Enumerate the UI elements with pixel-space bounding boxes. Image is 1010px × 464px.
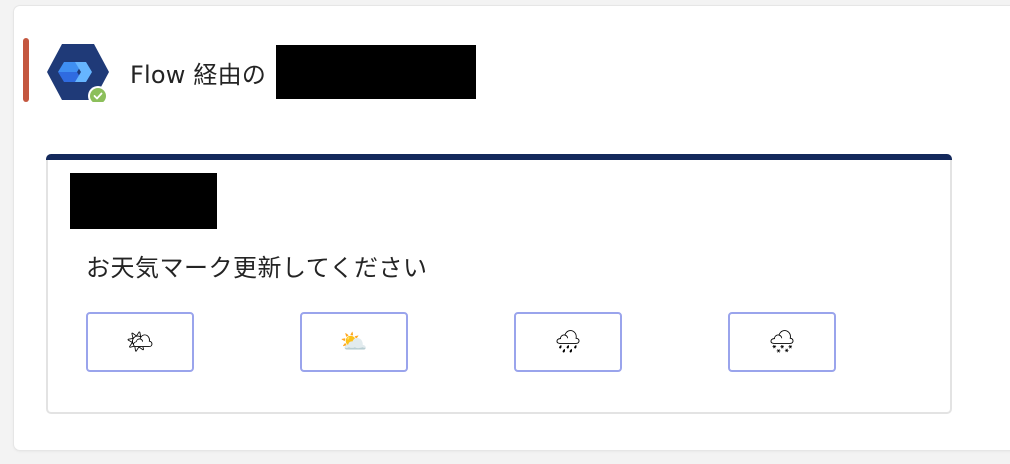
cloudy-button[interactable]: ⛅	[300, 312, 408, 372]
card-body-text: お天気マーク更新してください	[86, 254, 428, 282]
sun-behind-large-cloud-icon: ⛅	[340, 329, 368, 354]
sender-via-label: Flow 経由の	[130, 60, 267, 89]
redacted-card-title	[70, 173, 217, 229]
cloud-with-snow-icon: 🌨	[768, 329, 796, 354]
power-automate-logo-icon	[47, 44, 109, 102]
power-automate-avatar[interactable]	[45, 42, 111, 102]
adaptive-card: お天気マーク更新してください 🌤 ⛅ 🌧 🌨	[46, 154, 952, 414]
sun-behind-cloud-icon: 🌤	[126, 329, 154, 354]
rain-button[interactable]: 🌧	[514, 312, 622, 372]
weather-button-row: 🌤 ⛅ 🌧 🌨	[86, 312, 836, 372]
redacted-sender-name	[276, 45, 477, 99]
message-header: Flow 経由の	[130, 44, 477, 100]
cloud-with-rain-icon: 🌧	[554, 329, 582, 354]
message-accent-bar	[23, 38, 29, 102]
message-container: Flow 経由の お天気マーク更新してください 🌤 ⛅ 🌧 🌨	[14, 6, 1010, 450]
sunny-button[interactable]: 🌤	[86, 312, 194, 372]
card-header-bar	[46, 154, 952, 160]
snow-button[interactable]: 🌨	[728, 312, 836, 372]
